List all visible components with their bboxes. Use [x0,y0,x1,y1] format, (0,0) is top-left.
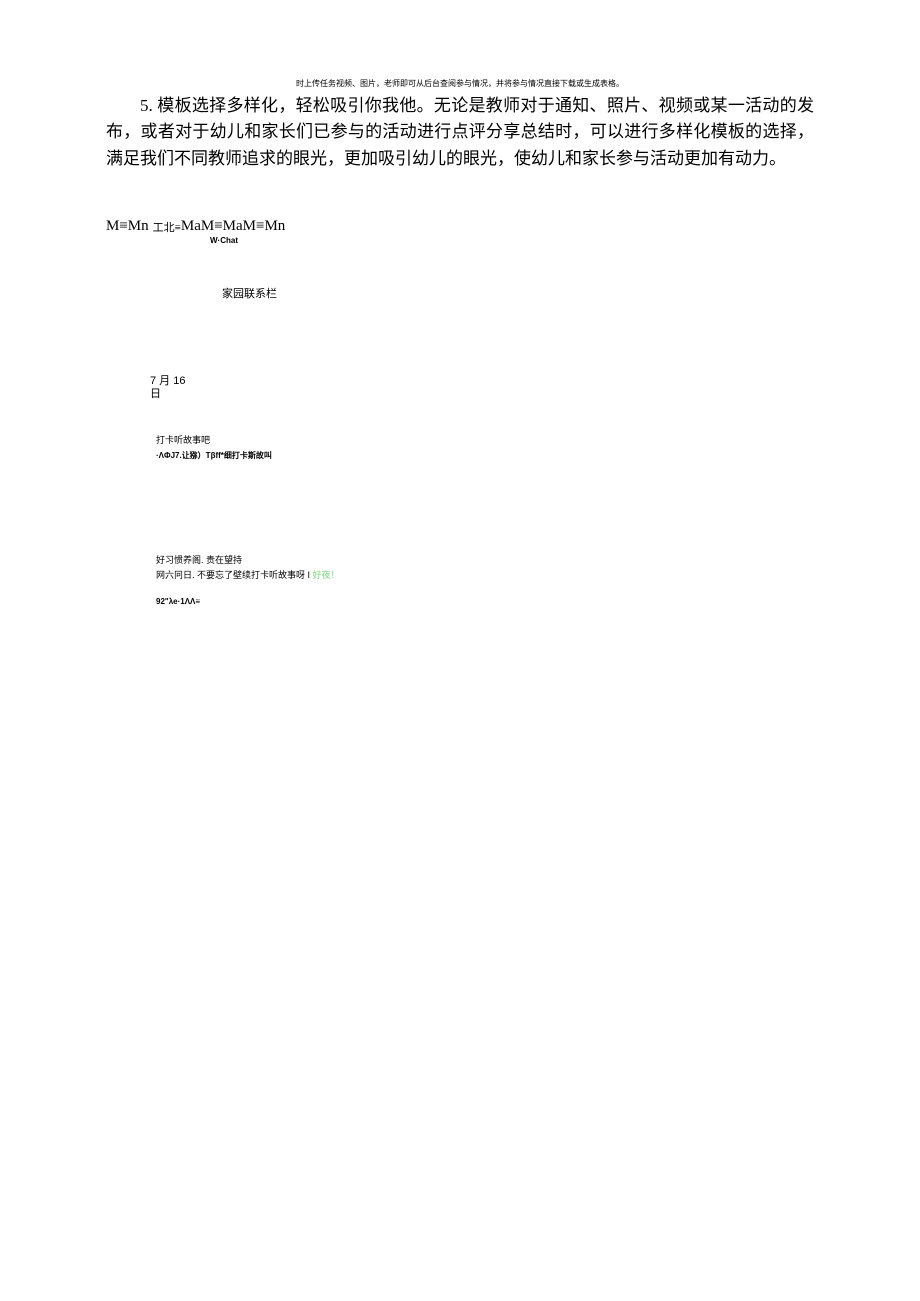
date-line-1: 7 月 16 [150,375,920,388]
paragraph-text: 5. 模板选择多样化，轻松吸引你我他。无论是教师对于通知、照片、视频或某一活动的… [106,96,814,168]
wchat-label: W·Chat [0,236,920,245]
card-block: 打卡听故事吧 ·ΛΦJ7.让猕）Tβff*细打卡斯故叫 [0,433,920,461]
label-seg-2: 工北≡ [153,219,181,235]
section-title: 家园联系栏 [0,285,920,301]
label-seg-3: MaM≡MaM≡Mn [181,218,285,235]
header-small-text: 时上传任务视频、图片，老师即可从后台查阅参与情况，并将参与情况直接下载或生成表格… [0,0,920,93]
card-title: 打卡听故事吧 [156,433,920,446]
habit-line-2: 网六冋日. 不要忘了壁续打卡听故事呀 I 好夜！ [156,568,920,581]
habit-highlight: 好夜！ [313,570,340,580]
card-subtitle: ·ΛΦJ7.让猕）Tβff*细打卡斯故叫 [156,450,920,461]
habit-line-2-text: 网六冋日. 不要忘了壁续打卡听故事呀 I [156,570,313,580]
label-seg-1: M≡Mn [106,218,149,235]
habit-line-1: 好习惯养阁. 贵在望持 [156,553,920,566]
code-line: 92"λe·1ΛΛ≡ [0,597,920,606]
date-block: 7 月 16 日 [0,375,920,401]
habit-block: 好习惯养阁. 贵在望持 网六冋日. 不要忘了壁续打卡听故事呀 I 好夜！ [0,553,920,581]
main-paragraph: 5. 模板选择多样化，轻松吸引你我他。无论是教师对于通知、照片、视频或某一活动的… [0,93,920,172]
date-line-2: 日 [150,388,920,401]
label-row: M≡Mn 工北≡ MaM≡MaM≡Mn [0,218,920,235]
